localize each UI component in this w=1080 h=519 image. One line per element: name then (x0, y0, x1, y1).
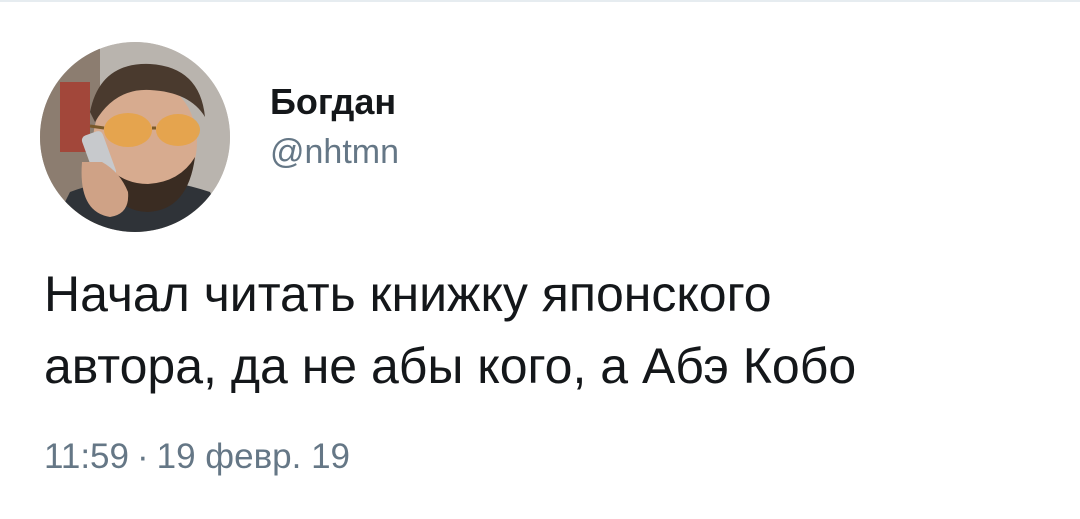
user-avatar-photo-icon (40, 42, 230, 232)
meta-separator: · (137, 437, 149, 476)
tweet-text-line: Начал читать книжку японского (44, 266, 772, 322)
avatar[interactable] (40, 42, 230, 232)
display-name[interactable]: Богдан (270, 80, 399, 124)
tweet-card: Богдан @nhtmn Начал читать книжку японск… (0, 0, 1080, 519)
user-handle[interactable]: @nhtmn (270, 130, 399, 174)
tweet-text: Начал читать книжку японского автора, да… (44, 258, 1054, 402)
tweet-text-line: автора, да не абы кого, а Абэ Кобо (44, 338, 857, 394)
user-info: Богдан @nhtmn (270, 80, 399, 174)
tweet-timestamp[interactable]: 11:59 · 19 февр. 19 (44, 435, 350, 479)
tweet-time: 11:59 (44, 437, 129, 476)
tweet-date: 19 февр. 19 (156, 437, 351, 476)
